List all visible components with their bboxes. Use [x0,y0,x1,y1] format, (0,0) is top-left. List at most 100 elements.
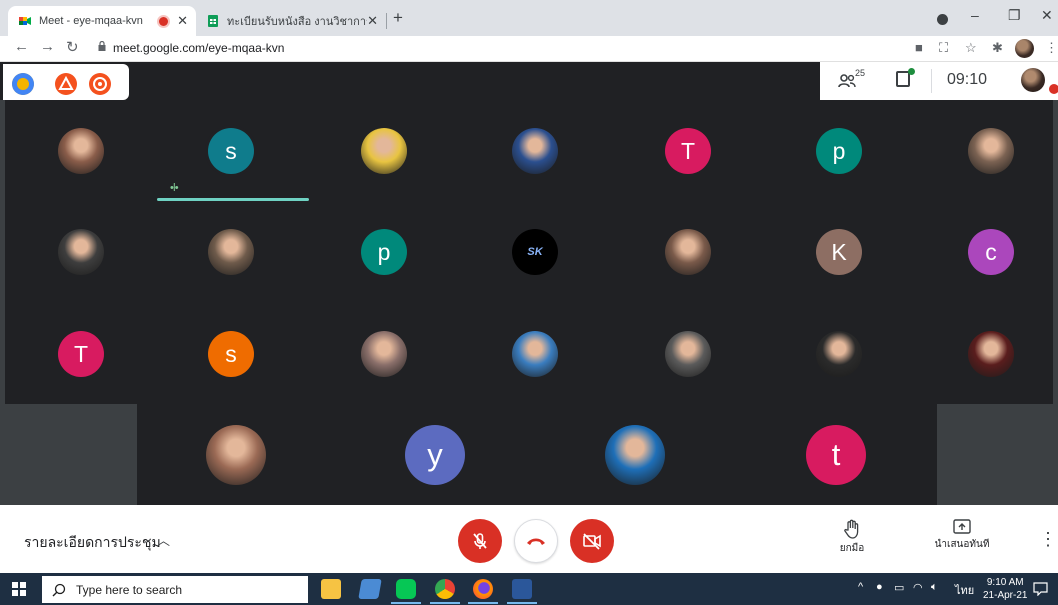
tab-sheets[interactable]: ทะเบียนรับหนังสือ งานวิชาการฯ - Goo ✕ [196,6,386,36]
chat-notification-dot [908,68,915,75]
volume-icon[interactable]: 🔈︎ [931,581,938,594]
extension-triangle-icon[interactable] [55,73,77,95]
participant-avatar[interactable] [58,229,104,275]
forward-arrow-icon[interactable]: → [40,38,55,55]
more-options-icon[interactable]: ⋮ [1039,529,1057,550]
new-tab-button[interactable]: + [393,8,403,28]
extension-star-icon[interactable] [89,73,111,95]
clock-time: 9:10 AM [986,577,1024,588]
participant-avatar[interactable] [361,128,407,174]
chrome-active-indicator [430,602,460,604]
app-book-icon[interactable] [358,579,382,599]
participant-avatar[interactable]: K [816,229,862,275]
participant-initial: t [831,437,841,472]
user-avatar[interactable] [1021,68,1045,92]
meeting-stage: s Tp p SK Kc Ts y t •ǀ• [0,100,1058,505]
meet-bottom-bar: รายละเอียดการประชุม ︿ ยกมือ นำเสนอทันที … [0,505,1058,573]
participant-avatar[interactable] [58,128,104,174]
close-window-button[interactable]: ✕ [1041,7,1053,24]
notification-icon[interactable] [1033,582,1048,596]
participant-avatar[interactable]: s [208,331,254,377]
restore-button[interactable]: ❐ [1008,7,1021,24]
profile-icon[interactable] [937,14,948,25]
participant-avatar[interactable]: t [806,425,866,485]
participant-avatar[interactable]: T [665,128,711,174]
participant-avatar[interactable]: SK [512,229,558,275]
search-placeholder: Type here to search [76,582,183,597]
camera-off-button[interactable] [570,519,614,563]
participant-initial: y [427,437,443,472]
hang-up-icon [527,538,545,545]
participant-avatar[interactable]: p [816,128,862,174]
raise-hand-button[interactable]: ยกมือ [832,519,872,556]
participant-avatar[interactable]: c [968,229,1014,275]
wifi-icon[interactable]: ◠ [913,581,923,594]
participant-initial: SK [527,246,543,258]
meet-right-panel: 25 09:10 [820,62,1058,100]
word-icon[interactable] [512,579,532,599]
tab-meet[interactable]: Meet - eye-mqaa-kvn ✕ [8,6,196,36]
participant-avatar[interactable] [206,425,266,485]
camera-indicator-icon[interactable]: ■ [915,40,923,55]
tab-title: Meet - eye-mqaa-kvn [39,15,143,27]
menu-kebab-icon[interactable]: ⋮ [1045,40,1058,56]
microphone-tray-icon[interactable]: ● [876,581,883,593]
minimize-button[interactable]: – [971,7,979,23]
profile-avatar[interactable] [1015,39,1034,58]
translate-icon[interactable]: ⛶ [939,40,948,56]
participant-grid: s Tp p SK Kc Ts y t •ǀ• [5,100,1053,505]
chevron-up-icon[interactable]: ︿ [157,530,170,549]
participant-initial: c [985,238,997,265]
meeting-details-button[interactable]: รายละเอียดการประชุม [24,532,161,554]
participant-avatar[interactable] [605,425,665,485]
app-window: Meet - eye-mqaa-kvn ✕ ทะเบียนรับหนังสือ … [0,0,1058,605]
tab-title: ทะเบียนรับหนังสือ งานวิชาการฯ - Goo [227,16,367,28]
participant-avatar[interactable]: T [58,331,104,377]
participant-avatar[interactable]: y [405,425,465,485]
meeting-time: 09:10 [947,71,988,88]
chrome-icon[interactable] [435,579,455,599]
reload-icon[interactable]: ↻ [66,38,79,56]
participant-avatar[interactable] [512,128,558,174]
participant-avatar[interactable] [968,128,1014,174]
close-tab-icon[interactable]: ✕ [177,13,188,29]
participant-avatar[interactable]: p [361,229,407,275]
firefox-icon[interactable] [473,579,493,599]
browser-tab-strip: Meet - eye-mqaa-kvn ✕ ทะเบียนรับหนังสือ … [0,0,1058,36]
present-now-label: นำเสนอทันที [934,539,990,550]
speaking-indicator-icon: •ǀ• [170,182,179,194]
extensions-puzzle-icon[interactable]: ✱ [992,40,1003,56]
extension-icon[interactable] [12,73,34,95]
participant-avatar[interactable] [361,331,407,377]
file-explorer-icon[interactable] [321,579,341,599]
tray-chevron-icon[interactable]: ^ [858,581,863,593]
participant-avatar[interactable] [512,331,558,377]
line-app-icon[interactable] [396,579,416,599]
participant-avatar[interactable]: s [208,128,254,174]
windows-start-icon[interactable] [12,582,26,596]
mic-off-button[interactable] [458,519,502,563]
lock-icon [98,41,106,51]
participant-avatar[interactable] [968,331,1014,377]
participant-initial: T [680,137,696,164]
input-language[interactable]: ไทย [955,581,974,599]
taskbar-search-box[interactable]: Type here to search [42,576,308,603]
participant-avatar[interactable] [208,229,254,275]
present-now-button[interactable]: นำเสนอทันที [922,519,1002,552]
participant-count: 25 [855,68,866,78]
mic-off-icon [473,533,487,549]
bookmark-star-icon[interactable]: ☆ [965,40,977,56]
bottom-row-band [5,404,1053,505]
leave-call-button[interactable] [514,519,558,563]
url-text[interactable]: meet.google.com/eye-mqaa-kvn [113,41,284,55]
divider [931,69,932,93]
battery-icon[interactable]: ▭ [894,581,904,594]
participant-avatar[interactable] [665,331,711,377]
people-icon[interactable] [838,73,856,89]
close-tab-icon[interactable]: ✕ [367,13,378,29]
back-arrow-icon[interactable]: ← [14,38,29,55]
taskbar-clock[interactable]: 9:10 AM 21-Apr-21 [983,576,1027,602]
participant-avatar[interactable] [665,229,711,275]
google-meet-icon [19,17,31,25]
participant-avatar[interactable] [816,331,862,377]
